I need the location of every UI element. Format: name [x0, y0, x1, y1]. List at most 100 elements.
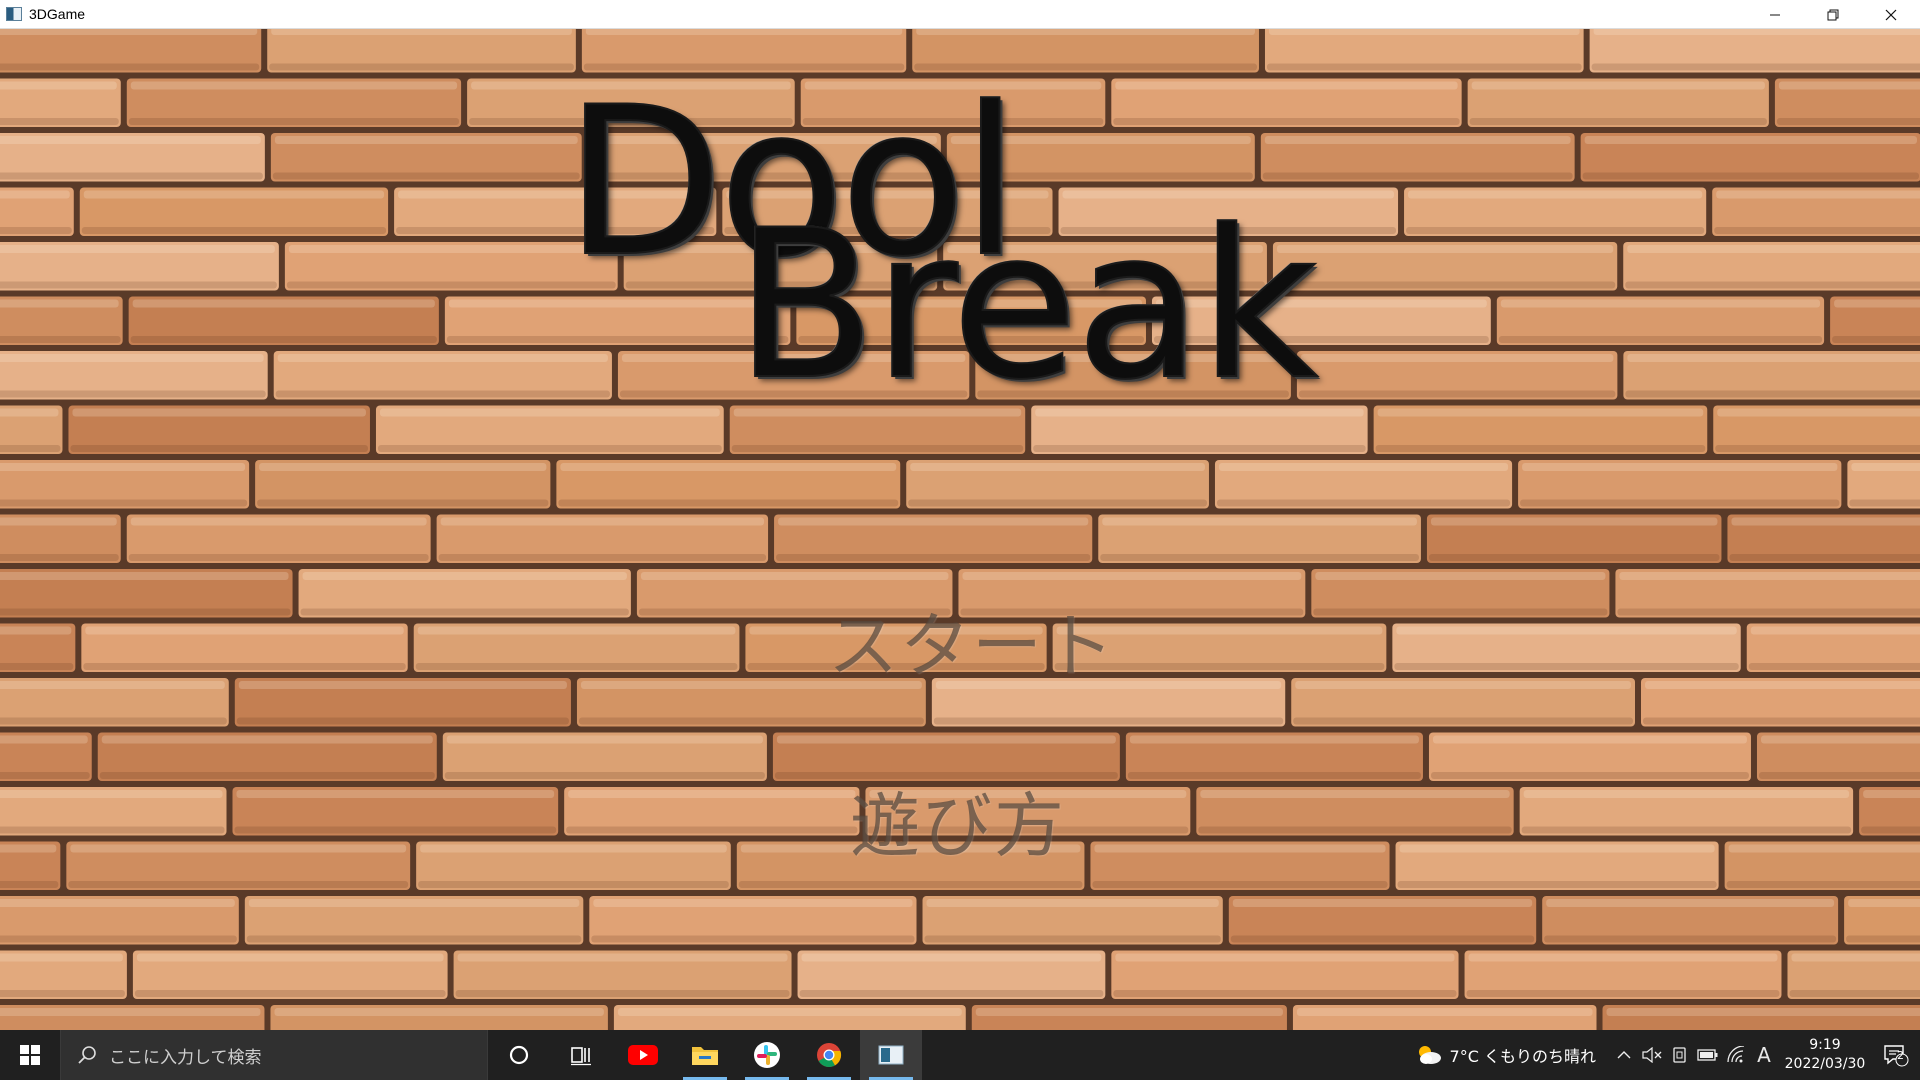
task-view-button[interactable]: [550, 1030, 612, 1080]
slack-taskbar-button[interactable]: [736, 1030, 798, 1080]
brick-shadow: [0, 935, 237, 943]
brick-highlight: [1200, 790, 1510, 798]
restore-button[interactable]: [1804, 0, 1862, 29]
brick-shadow: [1092, 881, 1388, 888]
brick-highlight: [1094, 844, 1386, 853]
volume-button[interactable]: [1638, 1030, 1666, 1080]
battery-button[interactable]: [1694, 1030, 1722, 1080]
search-placeholder: ここに入力して検索: [109, 1047, 262, 1068]
brick-shadow: [0, 608, 291, 616]
brick-highlight: [1268, 29, 1580, 35]
brick-highlight: [1848, 899, 1920, 907]
game-viewport[interactable]: Dool Break スタート 遊び方: [0, 29, 1920, 1030]
brick-highlight: [0, 953, 123, 962]
brick-shadow: [0, 118, 119, 125]
chrome-taskbar-button[interactable]: [798, 1030, 860, 1080]
start-button[interactable]: [0, 1030, 60, 1080]
weather-text: 7°C くもりのち晴れ: [1449, 1047, 1596, 1066]
brick-shadow: [1262, 172, 1573, 180]
brick-shadow: [924, 935, 1221, 943]
brick-shadow: [1789, 990, 1920, 997]
brick-highlight: [1264, 136, 1571, 144]
game-title-break: Break: [734, 187, 1319, 425]
brick-highlight: [1218, 463, 1509, 471]
brick-shadow: [134, 990, 446, 997]
brick-highlight: [379, 408, 720, 417]
ime-indicator[interactable]: A: [1750, 1030, 1778, 1080]
brick-highlight: [0, 844, 57, 853]
brick-highlight: [274, 136, 578, 144]
brick-shadow: [130, 336, 437, 343]
brick-highlight: [1760, 735, 1920, 744]
brick-shadow: [1100, 554, 1419, 561]
youtube-taskbar-button[interactable]: [612, 1030, 674, 1080]
brick-highlight: [446, 735, 763, 744]
brick-highlight: [1468, 953, 1778, 962]
3dgame-taskbar-button[interactable]: [860, 1030, 922, 1080]
brick-shadow: [300, 608, 629, 616]
brick-shadow: [578, 717, 924, 725]
brick-shadow: [1748, 663, 1920, 670]
slack-icon: [754, 1042, 780, 1068]
brick-highlight: [1778, 81, 1920, 90]
brick-shadow: [0, 172, 263, 180]
taskbar-search-box[interactable]: ここに入力して検索: [60, 1030, 488, 1080]
network-button[interactable]: [1722, 1030, 1750, 1080]
notification-center-button[interactable]: 2: [1872, 1030, 1920, 1080]
brick-highlight: [568, 790, 856, 798]
brick-shadow: [0, 390, 266, 398]
brick-highlight: [271, 29, 572, 35]
brick-shadow: [1230, 935, 1535, 943]
brick-shadow: [1430, 772, 1749, 779]
brick-shadow: [1266, 63, 1582, 71]
chevron-up-icon: [1617, 1051, 1631, 1059]
brick-shadow: [234, 826, 557, 834]
brick-highlight: [0, 408, 59, 417]
show-hidden-icons-button[interactable]: [1610, 1030, 1638, 1080]
brick-shadow: [566, 826, 858, 834]
meeting-button[interactable]: [1666, 1030, 1694, 1080]
brick-highlight: [1115, 81, 1458, 90]
brick-shadow: [1313, 608, 1608, 616]
brick-shadow: [1715, 445, 1920, 452]
brick-highlight: [0, 81, 117, 90]
brick-highlight: [274, 1008, 604, 1016]
notification-icon: [1884, 1045, 1909, 1067]
file-explorer-taskbar-button[interactable]: [674, 1030, 736, 1080]
weather-widget[interactable]: 7°C くもりのち晴れ: [1416, 1043, 1596, 1067]
close-button[interactable]: [1862, 0, 1920, 29]
clock[interactable]: 9:19 2022/03/30: [1784, 1036, 1866, 1074]
brick-shadow: [1758, 772, 1920, 779]
brick-highlight: [778, 517, 1089, 526]
windows-taskbar: ここに入力して検索 7°C くもりのち晴れ A 9:19 2022/03/30 …: [0, 1030, 1920, 1080]
how-to-play-menu-option[interactable]: 遊び方: [850, 791, 1066, 861]
brick-shadow: [1394, 663, 1739, 670]
brick-highlight: [1627, 245, 1920, 253]
brick-highlight: [560, 463, 897, 471]
brick-shadow: [1216, 499, 1511, 507]
brick-shadow: [1498, 336, 1823, 343]
minimize-button[interactable]: [1746, 0, 1804, 29]
brick-highlight: [236, 790, 555, 798]
brick-highlight: [1728, 844, 1920, 853]
brick-highlight: [1750, 626, 1920, 635]
brick-highlight: [277, 354, 608, 362]
brick-highlight: [0, 899, 235, 907]
brick-shadow: [377, 445, 722, 452]
brick-highlight: [1522, 463, 1838, 471]
brick-shadow: [0, 445, 61, 452]
brick-highlight: [1717, 408, 1920, 417]
brick-shadow: [1198, 826, 1512, 834]
brick-shadow: [1293, 717, 1634, 725]
brick-highlight: [910, 463, 1205, 471]
brick-highlight: [0, 572, 289, 580]
brick-shadow: [418, 881, 729, 888]
brick-shadow: [1625, 390, 1920, 398]
clock-time: 9:19: [1809, 1037, 1841, 1053]
brick-highlight: [916, 29, 1255, 35]
brick-shadow: [1113, 118, 1460, 125]
brick-shadow: [1544, 935, 1837, 943]
start-menu-option[interactable]: スタート: [828, 611, 1116, 681]
cortana-button[interactable]: [488, 1030, 550, 1080]
brick-shadow: [1428, 554, 1720, 561]
